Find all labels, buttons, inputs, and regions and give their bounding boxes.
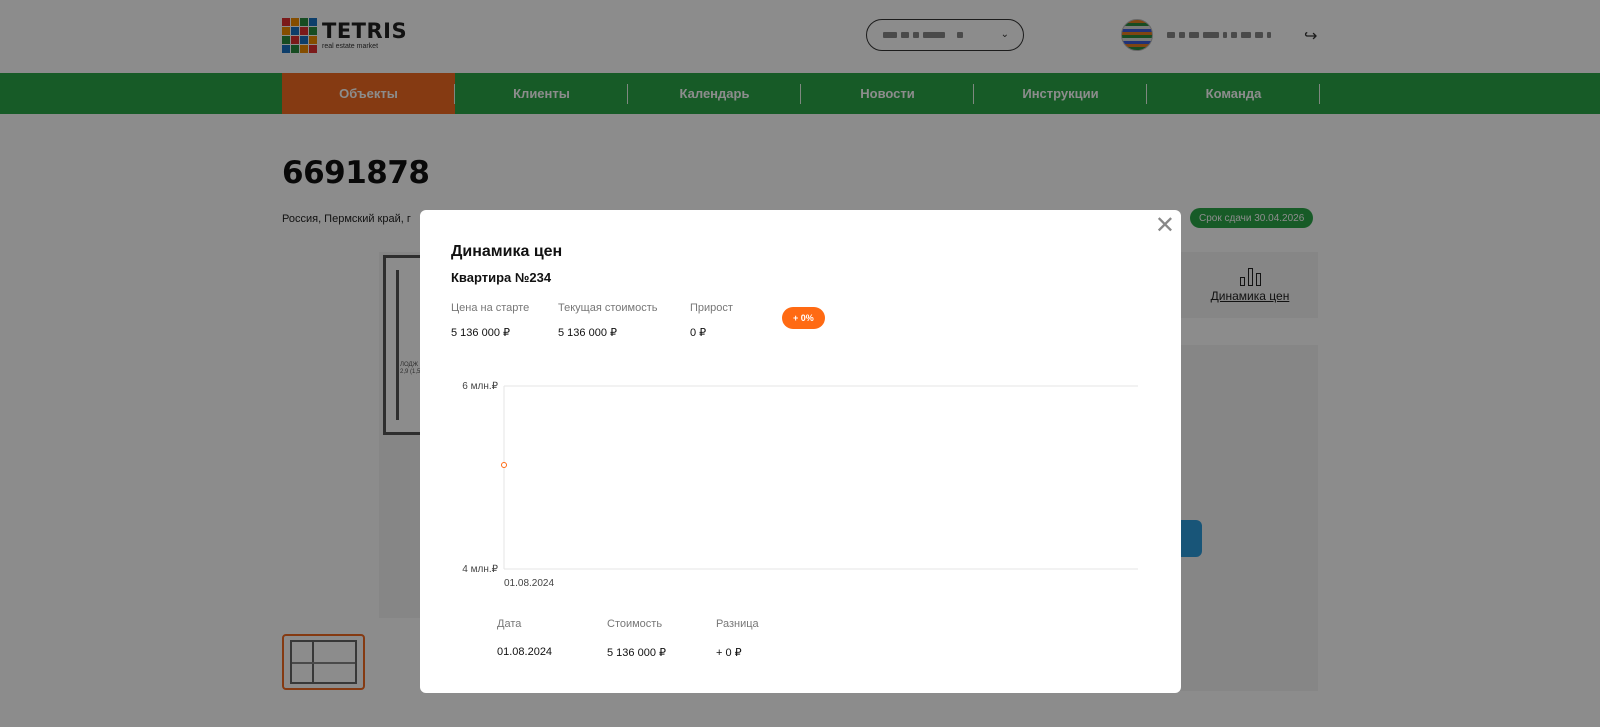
- close-icon[interactable]: ✕: [1155, 214, 1175, 238]
- x-tick-label: 01.08.2024: [504, 578, 554, 589]
- price-chart: 6 млн.₽ 4 млн.₽ 01.08.2024: [462, 381, 1138, 589]
- data-point: [501, 462, 507, 469]
- modal-title: Динамика цен: [451, 243, 563, 260]
- stat-label: Цена на старте: [451, 302, 530, 314]
- table-header-price: Стоимость: [607, 618, 663, 630]
- stat-label: Прирост: [690, 302, 733, 314]
- stat-current-price: Текущая стоимость 5 136 000 ₽: [558, 302, 657, 339]
- stat-value: 5 136 000 ₽: [451, 327, 510, 339]
- y-tick-label: 4 млн.₽: [462, 564, 498, 575]
- stat-value: 5 136 000 ₽: [558, 327, 617, 339]
- price-dynamics-modal: ✕ Динамика цен Квартира №234 Цена на ста…: [420, 210, 1181, 693]
- stat-value: 0 ₽: [690, 327, 707, 339]
- table-cell-diff: + 0 ₽: [716, 647, 742, 659]
- stat-growth: Прирост 0 ₽: [690, 302, 733, 339]
- table-cell-date: 01.08.2024: [497, 646, 553, 658]
- table-header-date: Дата: [497, 618, 522, 630]
- y-tick-label: 6 млн.₽: [462, 381, 498, 392]
- stat-label: Текущая стоимость: [558, 302, 658, 314]
- table-cell-price: 5 136 000 ₽: [607, 647, 666, 659]
- table-header-diff: Разница: [716, 618, 759, 630]
- stat-start-price: Цена на старте 5 136 000 ₽: [451, 302, 529, 339]
- modal-subtitle: Квартира №234: [451, 270, 552, 285]
- growth-percent-badge: + 0%: [782, 307, 825, 329]
